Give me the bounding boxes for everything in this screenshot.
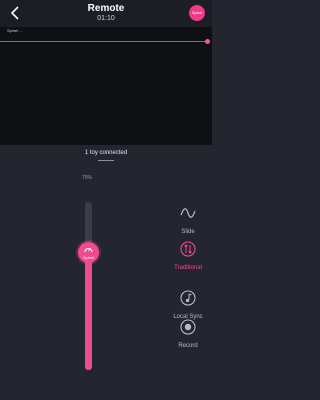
mode-record-button[interactable]: Record — [170, 317, 206, 349]
toy-name-label: Spinel ... — [7, 28, 23, 33]
mode-slide-button[interactable]: Slide — [170, 205, 206, 235]
gauge-icon — [84, 247, 93, 253]
status-underline — [98, 160, 114, 161]
intensity-slider-fill — [85, 256, 92, 370]
intensity-slider-handle[interactable]: Spinel — [78, 242, 99, 263]
waveform-area: Spinel ... — [0, 27, 212, 145]
mode-traditional-button[interactable]: Traditional — [170, 241, 206, 271]
updown-arrows-icon — [180, 241, 196, 257]
intensity-percent: 70% — [82, 175, 93, 181]
connection-status[interactable]: 1 toy connected — [0, 150, 212, 156]
control-panel: 1 toy connected 70% Spinel Slide Traditi… — [0, 145, 212, 400]
avatar[interactable]: Spiral — [189, 5, 205, 21]
mode-record-label: Record — [178, 343, 198, 349]
session-timer: 01:10 — [97, 15, 115, 22]
mode-traditional-label: Traditional — [174, 265, 202, 271]
record-icon — [180, 319, 196, 335]
music-sync-icon — [180, 290, 196, 306]
page-title: Remote — [87, 3, 125, 14]
waveform-cursor — [205, 39, 210, 44]
slider-label: Spinel — [82, 255, 95, 260]
waveform-line — [0, 41, 208, 42]
mode-local-sync-button[interactable]: Local Sync — [170, 290, 206, 320]
top-bar: Remote 01:10 Spiral — [0, 0, 212, 27]
mode-slide-label: Slide — [181, 229, 195, 235]
wave-icon — [180, 208, 196, 218]
